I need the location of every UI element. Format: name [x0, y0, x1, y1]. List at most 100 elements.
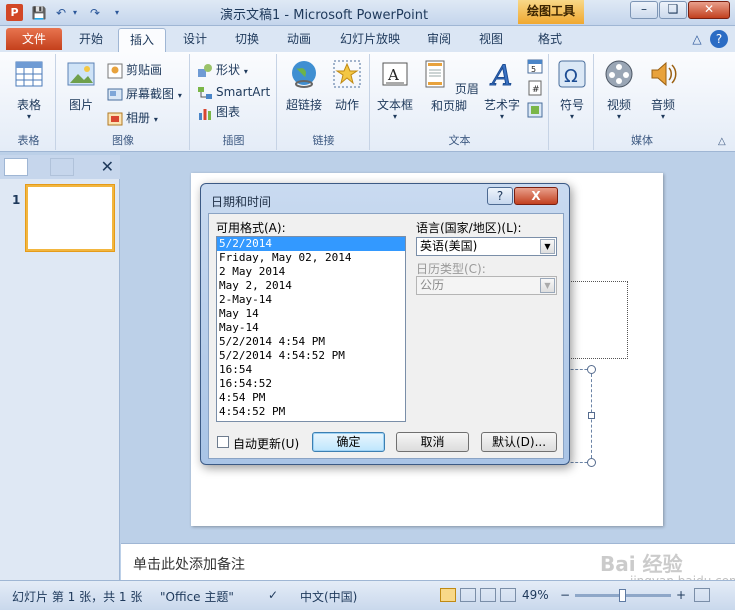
picture-button[interactable]: 图片 [61, 58, 101, 113]
format-option[interactable]: 16:54 [217, 363, 405, 377]
textbox-button[interactable]: A 文本框 ▾ [375, 58, 415, 121]
header-footer-button[interactable]: 页眉和页脚 [417, 58, 481, 114]
title-bar: P 💾 ↶ ▾ ↷ ▾ 演示文稿1 - Microsoft PowerPoint… [0, 0, 735, 26]
tab-transitions[interactable]: 切换 [226, 28, 268, 52]
powerpoint-app-icon[interactable]: P [6, 4, 23, 21]
format-option[interactable]: 5/2/2014 4:54:52 PM [217, 349, 405, 363]
group-illustrations: 形状 ▾ SmartArt 图表 插图 [191, 54, 277, 150]
resize-handle[interactable] [587, 458, 596, 467]
tab-insert[interactable]: 插入 [118, 28, 166, 52]
spell-check-icon[interactable]: ✓ [268, 588, 278, 602]
title-placeholder[interactable] [566, 281, 628, 359]
tab-animations[interactable]: 动画 [278, 28, 320, 52]
action-button[interactable]: 动作 [328, 58, 366, 113]
object-icon[interactable] [527, 102, 545, 120]
undo-dropdown-icon[interactable]: ▾ [70, 4, 80, 22]
wordart-button[interactable]: A 艺术字 ▾ [483, 58, 521, 121]
shapes-button[interactable]: 形状 ▾ [197, 60, 248, 80]
group-text: A 文本框 ▾ 页眉和页脚 A 艺术字 ▾ 5 # 文本 [371, 54, 549, 150]
redo-icon[interactable]: ↷ [86, 4, 104, 22]
date-time-icon[interactable]: 5 [527, 58, 545, 76]
collapse-ribbon-icon[interactable]: △ [718, 136, 726, 147]
auto-update-checkbox[interactable] [217, 436, 229, 448]
photo-album-button[interactable]: 相册 ▾ [107, 108, 158, 128]
format-option[interactable]: 5/2/2014 [217, 237, 405, 251]
customize-quick-access-icon[interactable]: ▾ [108, 4, 126, 22]
cancel-button[interactable]: 取消 [396, 432, 469, 452]
resize-handle[interactable] [587, 365, 596, 374]
shapes-label: 形状 [216, 63, 241, 77]
zoom-slider-thumb[interactable] [619, 589, 627, 602]
picture-label: 图片 [68, 98, 93, 112]
minimize-button[interactable]: – [630, 1, 658, 19]
status-theme[interactable]: "Office 主题" [160, 588, 234, 605]
format-option[interactable]: 16:54:52 [217, 377, 405, 391]
slide-number-icon[interactable]: # [527, 80, 545, 98]
dialog-close-button[interactable]: X [514, 187, 558, 205]
format-option[interactable]: 4:54 PM [217, 391, 405, 405]
tab-file[interactable]: 文件 [6, 28, 62, 50]
photo-album-dropdown-icon: ▾ [153, 115, 158, 124]
format-option[interactable]: 2 May 2014 [217, 265, 405, 279]
fit-to-window-icon[interactable] [694, 588, 710, 602]
slide-sorter-view-icon[interactable] [460, 588, 476, 602]
dialog-title: 日期和时间 [211, 195, 272, 209]
hyperlink-button[interactable]: 超链接 [282, 58, 326, 113]
status-language[interactable]: 中文(中国) [300, 588, 357, 605]
table-button[interactable]: 表格 ▾ [8, 58, 50, 121]
calendar-label: 日历类型(C): [416, 262, 486, 276]
zoom-out-icon[interactable]: − [560, 588, 570, 602]
symbol-label: 符号 [559, 98, 584, 112]
slides-tab-icon[interactable] [4, 158, 28, 176]
smartart-button[interactable]: SmartArt [197, 82, 270, 102]
format-option[interactable]: Friday, May 02, 2014 [217, 251, 405, 265]
outline-tab-icon[interactable] [50, 158, 74, 176]
format-option[interactable]: 4:54:52 PM [217, 405, 405, 419]
format-option[interactable]: 5/2/2014 4:54 PM [217, 335, 405, 349]
language-select[interactable]: 英语(美国) ▼ [416, 237, 557, 256]
chart-button[interactable]: 图表 [197, 102, 240, 122]
film-reel-icon [605, 60, 633, 88]
undo-icon[interactable]: ↶ [52, 4, 70, 22]
tab-design[interactable]: 设计 [174, 28, 216, 52]
slide-thumbnail[interactable] [26, 185, 114, 251]
format-option[interactable]: May-14 [217, 321, 405, 335]
help-icon[interactable]: ? [710, 30, 728, 48]
language-dropdown-icon[interactable]: ▼ [540, 239, 555, 254]
zoom-level[interactable]: 49% [522, 588, 549, 602]
formats-listbox[interactable]: 5/2/2014 Friday, May 02, 2014 2 May 2014 Ma… [216, 236, 406, 422]
close-window-button[interactable]: ✕ [688, 1, 730, 19]
clipart-button[interactable]: 剪贴画 [107, 60, 162, 80]
format-option[interactable]: May 14 [217, 307, 405, 321]
normal-view-icon[interactable] [440, 588, 456, 602]
ribbon-tab-row: 文件 开始 插入 设计 切换 动画 幻灯片放映 审阅 视图 格式 △ ? [0, 26, 735, 52]
auto-update-label[interactable]: 自动更新(U) [233, 435, 299, 452]
smartart-label: SmartArt [216, 85, 271, 99]
tab-review[interactable]: 审阅 [418, 28, 460, 52]
screenshot-button[interactable]: 屏幕截图 ▾ [107, 84, 182, 104]
format-option[interactable]: 2-May-14 [217, 293, 405, 307]
symbol-button[interactable]: Ω 符号 ▾ [552, 58, 592, 121]
table-dropdown-icon: ▾ [26, 112, 31, 121]
save-icon[interactable]: 💾 [30, 4, 48, 22]
minimize-ribbon-icon[interactable]: △ [688, 30, 706, 48]
tab-view[interactable]: 视图 [470, 28, 512, 52]
tab-home[interactable]: 开始 [70, 28, 112, 52]
video-button[interactable]: 视频 ▾ [599, 58, 639, 121]
close-pane-icon[interactable]: ✕ [101, 157, 114, 176]
reading-view-icon[interactable] [480, 588, 496, 602]
ok-button[interactable]: 确定 [312, 432, 385, 452]
audio-button[interactable]: 音频 ▾ [643, 58, 683, 121]
restore-button[interactable]: ❑ [659, 1, 687, 19]
picture-icon [67, 62, 95, 86]
format-option[interactable]: May 2, 2014 [217, 279, 405, 293]
zoom-in-icon[interactable]: + [676, 588, 686, 602]
slideshow-view-icon[interactable] [500, 588, 516, 602]
set-default-button[interactable]: 默认(D)... [481, 432, 557, 452]
tab-format[interactable]: 格式 [524, 28, 576, 52]
slide-thumbnail-number: 1 [12, 193, 21, 207]
tab-slideshow[interactable]: 幻灯片放映 [332, 28, 408, 52]
screenshot-dropdown-icon: ▾ [177, 91, 182, 100]
resize-handle[interactable] [588, 412, 595, 419]
dialog-help-button[interactable]: ? [487, 187, 513, 205]
